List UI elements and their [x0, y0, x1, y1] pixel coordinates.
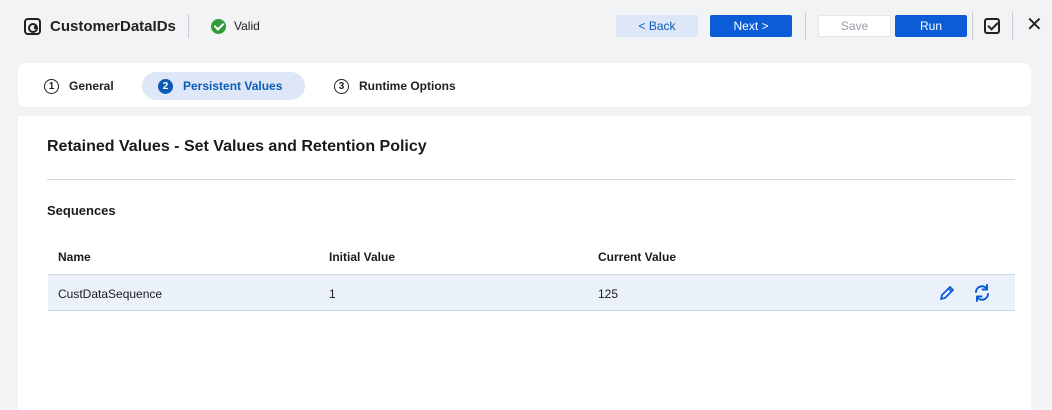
content-panel: Retained Values - Set Values and Retenti…: [18, 116, 1031, 410]
table-row[interactable]: CustDataSequence 1 125: [48, 274, 1015, 311]
divider: [805, 12, 806, 40]
tab-label: General: [69, 79, 114, 93]
tab-runtime-options[interactable]: 3 Runtime Options: [328, 72, 462, 100]
divider: [972, 12, 973, 40]
back-button[interactable]: < Back: [616, 15, 698, 37]
reset-refresh-icon[interactable]: [972, 283, 992, 303]
cell-initial-value: 1: [329, 287, 336, 301]
tab-label: Runtime Options: [359, 79, 456, 93]
mapping-task-icon: [24, 18, 41, 35]
valid-check-icon: [211, 19, 226, 34]
tab-persistent-values[interactable]: 2 Persistent Values: [142, 72, 305, 100]
divider: [188, 14, 189, 38]
column-header-name: Name: [58, 250, 91, 264]
tab-label: Persistent Values: [183, 79, 283, 93]
step-number: 1: [44, 78, 59, 94]
column-header-initial-value: Initial Value: [329, 250, 396, 264]
wizard-steps: 1 General 2 Persistent Values 3 Runtime …: [18, 63, 1031, 107]
checklist-icon[interactable]: [984, 18, 1000, 34]
section-title: Sequences: [47, 203, 116, 218]
run-button[interactable]: Run: [895, 15, 967, 37]
page-title: Retained Values - Set Values and Retenti…: [47, 138, 427, 155]
edit-pencil-icon[interactable]: [938, 284, 956, 302]
column-header-current-value: Current Value: [598, 250, 677, 264]
app-title: CustomerDataIDs: [50, 18, 176, 35]
next-button[interactable]: Next >: [710, 15, 792, 37]
divider: [47, 179, 1015, 180]
step-number: 3: [334, 78, 349, 94]
tab-general[interactable]: 1 General: [36, 72, 122, 100]
save-button[interactable]: Save: [818, 15, 891, 37]
close-icon[interactable]: ✕: [1026, 14, 1043, 36]
cell-name: CustDataSequence: [58, 287, 163, 301]
top-toolbar: CustomerDataIDs Valid < Back Next > Save…: [8, 0, 1052, 54]
step-number: 2: [158, 78, 173, 94]
status-label: Valid: [234, 19, 260, 33]
divider: [1012, 12, 1013, 40]
cell-current-value: 125: [598, 287, 619, 301]
